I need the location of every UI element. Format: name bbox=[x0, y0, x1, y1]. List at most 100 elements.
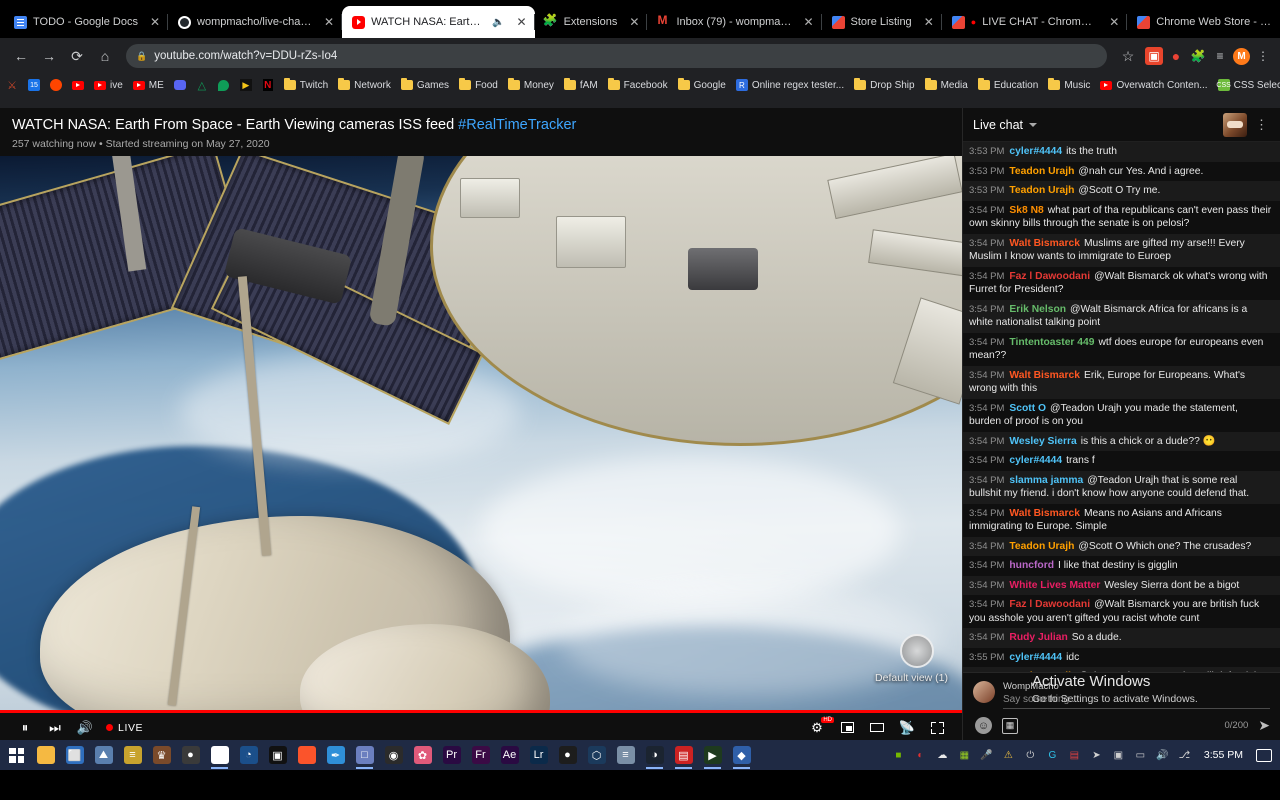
chat-author[interactable]: huncford bbox=[1009, 560, 1054, 571]
taskbar-vs-code[interactable]: ⬡ bbox=[582, 741, 611, 769]
chat-author[interactable]: Teadon Urajh bbox=[1009, 185, 1074, 196]
tray-power-icon[interactable]: ⏻ bbox=[1023, 748, 1038, 763]
chat-author[interactable]: Sk8 N8 bbox=[1009, 205, 1043, 216]
chat-author[interactable]: Teadon Urajh bbox=[1009, 166, 1074, 177]
chat-author[interactable]: Wesley Sierra bbox=[1009, 436, 1076, 447]
bookmark-item-18[interactable]: Google bbox=[678, 79, 726, 91]
close-icon[interactable]: ✕ bbox=[918, 16, 934, 28]
bookmark-item-8[interactable] bbox=[218, 79, 230, 91]
video-title-hashtag[interactable]: #RealTimeTracker bbox=[458, 117, 576, 133]
chat-author[interactable]: Teadon Urajh bbox=[1009, 671, 1074, 672]
bookmark-item-0[interactable]: ⚔ bbox=[6, 79, 18, 91]
chat-author[interactable]: cyler#4444 bbox=[1009, 146, 1062, 157]
chat-author[interactable]: slamma jamma bbox=[1009, 475, 1083, 486]
chat-menu-icon[interactable]: ⋮ bbox=[1253, 117, 1270, 133]
screencast-extension-icon[interactable]: ▣ bbox=[1145, 47, 1163, 65]
bookmark-item-1[interactable]: 15 bbox=[28, 79, 40, 91]
bookmark-item-17[interactable]: Facebook bbox=[608, 79, 668, 91]
tray-logitech-g-icon[interactable]: G bbox=[1045, 748, 1060, 763]
taskbar-blue-app[interactable]: ◔ bbox=[234, 741, 263, 769]
chrome-menu-icon[interactable]: ⋮ bbox=[1254, 47, 1272, 65]
browser-tab-1[interactable]: wompmacho/live-chat: A C✕ bbox=[168, 6, 342, 38]
forward-button[interactable]: → bbox=[36, 43, 62, 69]
fullscreen-icon[interactable] bbox=[922, 715, 952, 740]
bookmark-item-24[interactable]: Overwatch Conten... bbox=[1100, 79, 1207, 91]
taskbar-photos[interactable]: ⛰ bbox=[89, 741, 118, 769]
taskbar-blue-red-app[interactable]: ◆ bbox=[727, 741, 756, 769]
bookmark-item-22[interactable]: Education bbox=[978, 79, 1038, 91]
bookmark-item-2[interactable] bbox=[50, 79, 62, 91]
browser-tab-3[interactable]: Extensions✕ bbox=[535, 6, 648, 38]
chat-author[interactable]: White Lives Matter bbox=[1009, 580, 1100, 591]
taskbar-obs-studio[interactable]: ◑ bbox=[640, 741, 669, 769]
chat-author[interactable]: cyler#4444 bbox=[1009, 455, 1062, 466]
bookmark-item-9[interactable]: ▶ bbox=[240, 79, 252, 91]
taskbar-davinci-resolve[interactable]: ● bbox=[553, 741, 582, 769]
taskbar-window-app[interactable]: □ bbox=[350, 741, 379, 769]
close-icon[interactable]: ✕ bbox=[144, 16, 160, 28]
chat-author[interactable]: Walt Bismarck bbox=[1009, 238, 1080, 249]
taskbar-lightroom[interactable]: Lr bbox=[524, 741, 553, 769]
channel-avatar[interactable] bbox=[1223, 113, 1247, 137]
taskbar-clock[interactable]: 3:55 PM bbox=[1198, 749, 1249, 761]
close-icon[interactable]: ✕ bbox=[511, 16, 527, 28]
bookmark-item-11[interactable]: Twitch bbox=[284, 79, 328, 91]
bookmark-item-4[interactable]: ive bbox=[94, 79, 123, 91]
chat-author[interactable]: Faz l Dawoodani bbox=[1009, 599, 1090, 610]
bookmark-item-7[interactable]: △ bbox=[196, 79, 208, 91]
live-badge[interactable]: LIVE bbox=[106, 722, 143, 734]
bookmark-item-5[interactable]: ME bbox=[133, 79, 164, 91]
tray-satellite-icon[interactable]: ➤ bbox=[1089, 748, 1104, 763]
chat-author[interactable]: Erik Nelson bbox=[1009, 304, 1066, 315]
home-button[interactable]: ⌂ bbox=[92, 43, 118, 69]
chat-author[interactable]: Walt Bismarck bbox=[1009, 370, 1080, 381]
tray-warning-shield-icon[interactable]: ⚠ bbox=[1001, 748, 1016, 763]
chevron-down-icon[interactable] bbox=[1029, 123, 1037, 127]
theater-icon[interactable] bbox=[862, 715, 892, 740]
taskbar-firefox-dev[interactable]: ● bbox=[176, 741, 205, 769]
windows-start-icon[interactable] bbox=[2, 741, 31, 769]
browser-tab-2[interactable]: WATCH NASA: Earth Fro🔈✕ bbox=[342, 6, 535, 38]
tray-onedrive-icon[interactable]: ☁ bbox=[935, 748, 950, 763]
next-icon[interactable]: ⏭ bbox=[40, 715, 70, 740]
tray-nvidia-icon[interactable]: ■ bbox=[891, 748, 906, 763]
bookmark-item-6[interactable] bbox=[174, 79, 186, 91]
taskbar-blue-paint-app[interactable]: ✒ bbox=[321, 741, 350, 769]
taskbar-notes-app[interactable]: ≡ bbox=[611, 741, 640, 769]
emoji-icon[interactable]: ☺ bbox=[975, 717, 992, 734]
bookmark-item-20[interactable]: Drop Ship bbox=[854, 79, 914, 91]
record-extension-icon[interactable]: ● bbox=[1167, 47, 1185, 65]
reading-list-icon[interactable]: ≡ bbox=[1211, 47, 1229, 65]
tray-volume-icon[interactable]: 🔊 bbox=[1155, 748, 1170, 763]
volume-icon[interactable]: 🔊 bbox=[70, 715, 100, 740]
taskbar-news-app[interactable]: ▤ bbox=[669, 741, 698, 769]
taskbar-adobe-fresco[interactable]: Fr bbox=[466, 741, 495, 769]
bookmark-item-12[interactable]: Network bbox=[338, 79, 391, 91]
taskbar-dark-app[interactable]: ▣ bbox=[263, 741, 292, 769]
close-icon[interactable]: ✕ bbox=[1103, 16, 1119, 28]
chat-input[interactable]: Say something... bbox=[1003, 694, 1270, 705]
chat-author[interactable]: cyler#4444 bbox=[1009, 652, 1062, 663]
bookmark-item-16[interactable]: fAM bbox=[564, 79, 598, 91]
chat-author[interactable]: Teadon Urajh bbox=[1009, 541, 1074, 552]
sticker-icon[interactable]: ▦ bbox=[1002, 718, 1018, 734]
bookmark-item-23[interactable]: Music bbox=[1048, 79, 1090, 91]
bookmark-item-25[interactable]: CSSCSS Selectors Refer... bbox=[1218, 79, 1280, 91]
close-icon[interactable]: ✕ bbox=[623, 16, 639, 28]
address-bar[interactable]: 🔒 youtube.com/watch?v=DDU-rZs-Io4 bbox=[126, 44, 1107, 68]
progress-bar[interactable] bbox=[0, 710, 962, 713]
tray-display-icon[interactable]: ▭ bbox=[1133, 748, 1148, 763]
pause-icon[interactable]: ⏸ bbox=[10, 715, 40, 740]
miniplayer-icon[interactable] bbox=[832, 715, 862, 740]
close-icon[interactable]: ✕ bbox=[797, 16, 813, 28]
taskbar-game-app[interactable]: ♛ bbox=[147, 741, 176, 769]
bookmark-item-19[interactable]: ROnline regex tester... bbox=[736, 79, 844, 91]
video-player[interactable]: Default view (1) ⏸ ⏭ 🔊 LIVE ⚙HD bbox=[0, 156, 962, 740]
taskbar-chevrons-app[interactable]: ≡ bbox=[118, 741, 147, 769]
chat-author[interactable]: Scott O bbox=[1009, 403, 1046, 414]
bookmark-item-14[interactable]: Food bbox=[459, 79, 498, 91]
bookmark-item-13[interactable]: Games bbox=[401, 79, 449, 91]
chat-message-list[interactable]: 3:53 PMcyler#4444its the truth3:53 PMTea… bbox=[963, 142, 1280, 672]
cast-icon[interactable]: 📡 bbox=[892, 715, 922, 740]
reload-button[interactable]: ⟳ bbox=[64, 43, 90, 69]
